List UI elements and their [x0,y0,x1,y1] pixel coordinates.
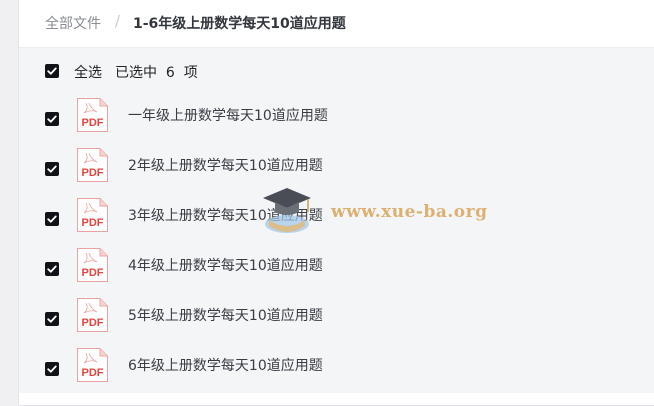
pdf-type-label: PDF [82,117,104,129]
file-name[interactable]: 2年级上册数学每天10道应用题 [128,155,323,175]
pdf-file-icon: PDF [77,198,108,232]
file-checkbox[interactable] [45,362,59,376]
file-row[interactable]: PDF 4年级上册数学每天10道应用题 [19,246,654,292]
breadcrumb: 全部文件 / 1-6年级上册数学每天10道应用题 [19,0,654,48]
pdf-file-icon: PDF [77,348,108,382]
pdf-type-label: PDF [82,217,104,229]
pdf-type-label: PDF [82,267,104,279]
pdf-type-label: PDF [82,367,104,379]
selected-count-label: 已选中 6 项 [115,65,198,81]
breadcrumb-root-link[interactable]: 全部文件 [45,13,101,33]
check-icon [47,67,57,75]
file-row[interactable]: PDF 2年级上册数学每天10道应用题 [19,146,654,192]
file-checkbox[interactable] [45,312,59,326]
file-name[interactable]: 6年级上册数学每天10道应用题 [128,355,323,375]
file-checkbox[interactable] [45,262,59,276]
pdf-file-icon: PDF [77,248,108,282]
check-icon [47,215,57,223]
breadcrumb-current-folder: 1-6年级上册数学每天10道应用题 [133,16,346,32]
file-name[interactable]: 4年级上册数学每天10道应用题 [128,255,323,275]
file-checkbox[interactable] [45,112,59,126]
check-icon [47,115,57,123]
pdf-file-icon: PDF [77,298,108,332]
file-name[interactable]: 5年级上册数学每天10道应用题 [128,305,323,325]
file-panel: 全部文件 / 1-6年级上册数学每天10道应用题 全选 已选中 6 项 PDF 一… [18,0,654,406]
pdf-type-label: PDF [82,317,104,329]
file-row[interactable]: PDF 6年级上册数学每天10道应用题 [19,346,654,392]
pdf-file-icon: PDF [77,98,108,132]
check-icon [47,315,57,323]
check-icon [47,265,57,273]
file-name[interactable]: 3年级上册数学每天10道应用题 [128,205,323,225]
pdf-file-icon: PDF [77,148,108,182]
file-row[interactable]: PDF 一年级上册数学每天10道应用题 [19,96,654,142]
file-row[interactable]: PDF 5年级上册数学每天10道应用题 [19,296,654,342]
check-icon [47,365,57,373]
pdf-type-label: PDF [82,167,104,179]
file-row[interactable]: PDF 3年级上册数学每天10道应用题 [19,196,654,242]
breadcrumb-separator: / [115,12,121,30]
file-checkbox[interactable] [45,212,59,226]
file-checkbox[interactable] [45,162,59,176]
select-all-checkbox[interactable] [45,64,59,78]
check-icon [47,165,57,173]
file-name[interactable]: 一年级上册数学每天10道应用题 [128,105,328,125]
select-all-label: 全选 [74,65,102,81]
